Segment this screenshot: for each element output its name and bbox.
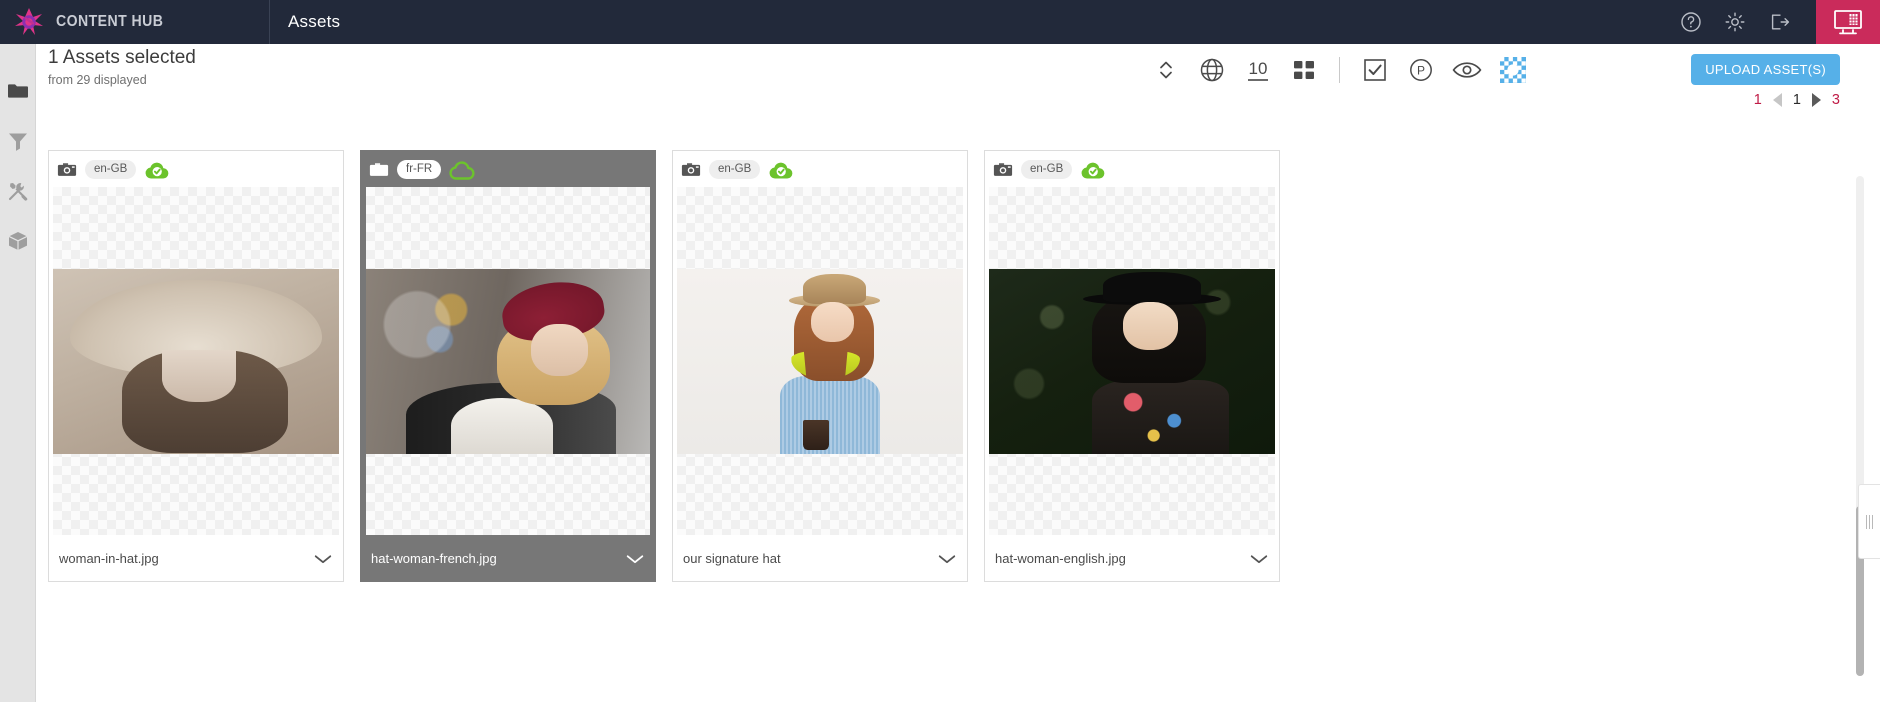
folder-icon xyxy=(7,82,29,105)
asset-filename: hat-woman-english.jpg xyxy=(995,550,1126,566)
vertical-scrollbar[interactable] xyxy=(1856,176,1864,676)
grip-icon xyxy=(1866,514,1873,529)
asset-card-footer: hat-woman-english.jpg xyxy=(985,535,1279,581)
panel-resize-handle[interactable] xyxy=(1858,484,1880,559)
topbar-icon-group xyxy=(1680,11,1816,33)
brand-text: CONTENT HUB xyxy=(56,13,164,30)
content-hub-logo-icon xyxy=(12,5,46,39)
pagination-first[interactable]: 1 xyxy=(1754,92,1762,108)
content-header: 1 Assets selected from 29 displayed 10 P… xyxy=(36,44,1880,108)
toolbar-divider xyxy=(1339,57,1340,83)
asset-card-header: en-GB xyxy=(49,151,343,187)
sort-updown-icon[interactable] xyxy=(1143,48,1189,92)
globe-icon[interactable] xyxy=(1189,48,1235,92)
help-circle-icon[interactable] xyxy=(1680,11,1702,33)
top-bar: CONTENT HUB Assets xyxy=(0,0,1880,44)
sidebar-item-tools[interactable] xyxy=(0,168,36,218)
asset-filename: our signature hat xyxy=(683,550,781,566)
box-icon xyxy=(7,230,29,257)
dashboard-panel-icon[interactable] xyxy=(1816,0,1880,44)
asset-filename: hat-woman-french.jpg xyxy=(371,550,497,566)
asset-card-footer: hat-woman-french.jpg xyxy=(361,535,655,581)
selection-subtitle: from 29 displayed xyxy=(48,73,147,87)
asset-thumbnail[interactable] xyxy=(989,187,1275,535)
chevron-down-icon[interactable] xyxy=(313,552,333,564)
selection-summary: 1 Assets selected from 29 displayed xyxy=(48,46,196,87)
gear-icon[interactable] xyxy=(1724,11,1746,33)
asset-thumbnail[interactable] xyxy=(677,187,963,535)
asset-card-footer: our signature hat xyxy=(673,535,967,581)
page-title: Assets xyxy=(288,12,341,31)
tools-icon xyxy=(7,180,29,207)
prev-arrow-icon[interactable] xyxy=(1772,93,1782,107)
asset-card-header: en-GB xyxy=(985,151,1279,187)
grid-view-icon[interactable] xyxy=(1281,48,1327,92)
selection-title: 1 Assets selected xyxy=(48,47,196,68)
next-arrow-icon[interactable] xyxy=(1811,93,1821,107)
camera-icon xyxy=(681,161,701,177)
asset-card[interactable]: en-GB our signature hat xyxy=(672,150,968,582)
camera-icon xyxy=(57,161,77,177)
asset-card-header: en-GB xyxy=(673,151,967,187)
upload-assets-button[interactable]: UPLOAD ASSET(S) xyxy=(1691,54,1840,85)
locale-badge[interactable]: en-GB xyxy=(709,159,761,179)
sidebar-item-filters[interactable] xyxy=(0,118,36,168)
asset-card-header: fr-FR xyxy=(361,151,655,187)
asset-image xyxy=(53,268,339,454)
circle-p-icon[interactable]: P xyxy=(1398,48,1444,92)
pagination-last[interactable]: 3 xyxy=(1832,92,1840,108)
asset-thumbnail[interactable] xyxy=(53,187,339,535)
camera-icon xyxy=(993,161,1013,177)
asset-card[interactable]: en-GB woman-in-hat.jpg xyxy=(48,150,344,582)
locale-badge[interactable]: en-GB xyxy=(1021,159,1073,179)
eye-icon[interactable] xyxy=(1444,48,1490,92)
asset-grid: en-GB woman-in-hat.jpg fr-FR hat-woman-fren… xyxy=(48,150,1832,702)
left-rail xyxy=(0,44,36,702)
logout-icon[interactable] xyxy=(1768,11,1790,33)
asset-image xyxy=(989,268,1275,454)
chevron-down-icon[interactable] xyxy=(1249,552,1269,564)
page-size-selector[interactable]: 10 xyxy=(1235,48,1281,92)
sidebar-item-folders[interactable] xyxy=(0,68,36,118)
asset-filename: woman-in-hat.jpg xyxy=(59,550,159,566)
asset-card[interactable]: fr-FR hat-woman-french.jpg xyxy=(360,150,656,582)
chevron-down-icon[interactable] xyxy=(937,552,957,564)
asset-card-footer: woman-in-hat.jpg xyxy=(49,535,343,581)
camera-icon xyxy=(369,161,389,177)
asset-image xyxy=(677,268,963,454)
sidebar-item-packages[interactable] xyxy=(0,218,36,268)
asset-image xyxy=(366,268,650,454)
cloud-outline-icon xyxy=(449,160,475,180)
main-content: 1 Assets selected from 29 displayed 10 P… xyxy=(36,44,1880,702)
svg-text:P: P xyxy=(1417,64,1425,78)
funnel-icon xyxy=(7,131,29,156)
cloud-check-icon xyxy=(768,160,793,179)
locale-badge[interactable]: fr-FR xyxy=(397,159,442,179)
asset-toolbar: 10 P xyxy=(1143,48,1536,92)
brand-area[interactable]: CONTENT HUB xyxy=(0,0,270,44)
cloud-check-icon xyxy=(1080,160,1105,179)
pagination-current: 1 xyxy=(1792,92,1801,108)
chevron-down-icon[interactable] xyxy=(625,552,645,564)
cloud-check-icon xyxy=(144,160,169,179)
checkerboard-icon[interactable] xyxy=(1490,48,1536,92)
asset-thumbnail[interactable] xyxy=(366,187,650,535)
page-size-value: 10 xyxy=(1247,59,1269,81)
asset-card[interactable]: en-GB hat-woman-english.jpg xyxy=(984,150,1280,582)
checkbox-checked-icon[interactable] xyxy=(1352,48,1398,92)
locale-badge[interactable]: en-GB xyxy=(85,159,137,179)
pagination: 1 1 3 xyxy=(1754,92,1840,108)
